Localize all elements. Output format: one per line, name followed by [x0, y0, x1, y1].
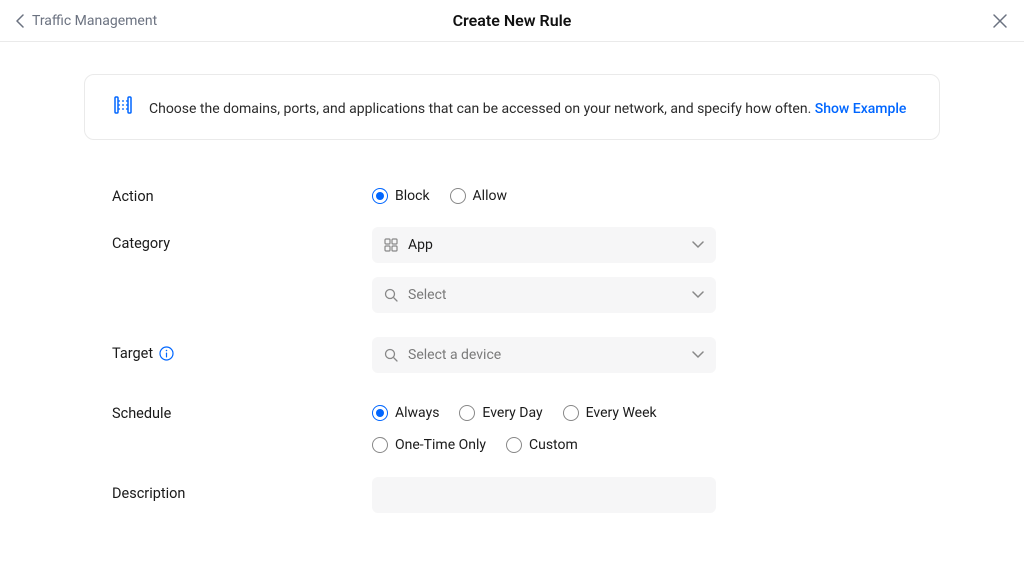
target-row: Target Select a device — [112, 337, 940, 373]
search-icon — [384, 348, 398, 362]
schedule-radio-one-time[interactable]: One-Time Only — [372, 437, 486, 453]
target-info-button[interactable] — [159, 346, 174, 361]
select-placeholder: Select — [408, 287, 692, 303]
radio-icon — [372, 188, 388, 204]
close-icon — [992, 13, 1008, 29]
radio-icon — [372, 405, 388, 421]
chevron-left-icon — [16, 14, 24, 28]
chevron-down-icon — [692, 291, 704, 299]
page-title: Create New Rule — [453, 11, 572, 30]
target-select[interactable]: Select a device — [372, 337, 716, 373]
radio-label: Block — [395, 188, 430, 204]
target-label-text: Target — [112, 345, 153, 362]
grid-icon — [384, 238, 398, 252]
info-icon — [159, 346, 174, 361]
action-label: Action — [112, 180, 372, 205]
schedule-radio-row-1: Always Every Day Every Week — [372, 397, 940, 421]
radio-label: Custom — [529, 437, 578, 453]
schedule-radio-row-2: One-Time Only Custom — [372, 437, 940, 453]
category-row: Category App — [112, 227, 940, 263]
empty-label — [112, 277, 372, 285]
modal-header: Traffic Management Create New Rule — [0, 0, 1024, 42]
action-radio-block[interactable]: Block — [372, 188, 430, 204]
info-text-wrapper: Choose the domains, ports, and applicati… — [149, 98, 906, 117]
category-label: Category — [112, 227, 372, 252]
action-radio-group: Block Allow — [372, 180, 940, 204]
schedule-radio-always[interactable]: Always — [372, 405, 439, 421]
category-item-row: Select — [112, 277, 940, 313]
radio-icon — [506, 437, 522, 453]
target-control: Select a device — [372, 337, 940, 373]
description-input[interactable] — [372, 477, 716, 513]
chevron-down-icon — [692, 351, 704, 359]
category-type-select[interactable]: App — [372, 227, 716, 263]
back-button[interactable]: Traffic Management — [16, 13, 157, 29]
schedule-row: Schedule Always Every Day Every Week — [112, 397, 940, 453]
radio-label: One-Time Only — [395, 437, 486, 453]
category-item-select[interactable]: Select — [372, 277, 716, 313]
radio-icon — [450, 188, 466, 204]
chevron-down-icon — [692, 241, 704, 249]
select-placeholder: Select a device — [408, 347, 692, 363]
radio-icon — [563, 405, 579, 421]
schedule-radio-every-day[interactable]: Every Day — [459, 405, 542, 421]
category-control: App — [372, 227, 940, 263]
action-row: Action Block Allow — [112, 180, 940, 205]
radio-label: Every Day — [482, 405, 542, 421]
schedule-control: Always Every Day Every Week One-Time Onl… — [372, 397, 940, 453]
category-item-control: Select — [372, 277, 940, 313]
select-value: App — [408, 237, 692, 253]
action-radio-allow[interactable]: Allow — [450, 188, 507, 204]
schedule-radio-custom[interactable]: Custom — [506, 437, 578, 453]
form: Action Block Allow Category Ap — [84, 180, 940, 513]
close-button[interactable] — [992, 13, 1008, 29]
info-text: Choose the domains, ports, and applicati… — [149, 101, 815, 117]
radio-icon — [372, 437, 388, 453]
radio-label: Allow — [473, 188, 507, 204]
search-icon — [384, 288, 398, 302]
radio-label: Every Week — [586, 405, 657, 421]
schedule-radio-every-week[interactable]: Every Week — [563, 405, 657, 421]
description-row: Description — [112, 477, 940, 513]
description-label: Description — [112, 477, 372, 502]
radio-label: Always — [395, 405, 439, 421]
radio-icon — [459, 405, 475, 421]
description-control — [372, 477, 940, 513]
back-label: Traffic Management — [32, 13, 157, 29]
show-example-link[interactable]: Show Example — [815, 101, 907, 117]
schedule-label: Schedule — [112, 397, 372, 422]
firewall-icon — [113, 95, 133, 119]
target-label: Target — [112, 337, 372, 362]
content-area: Choose the domains, ports, and applicati… — [0, 42, 1024, 513]
info-banner: Choose the domains, ports, and applicati… — [84, 74, 940, 140]
